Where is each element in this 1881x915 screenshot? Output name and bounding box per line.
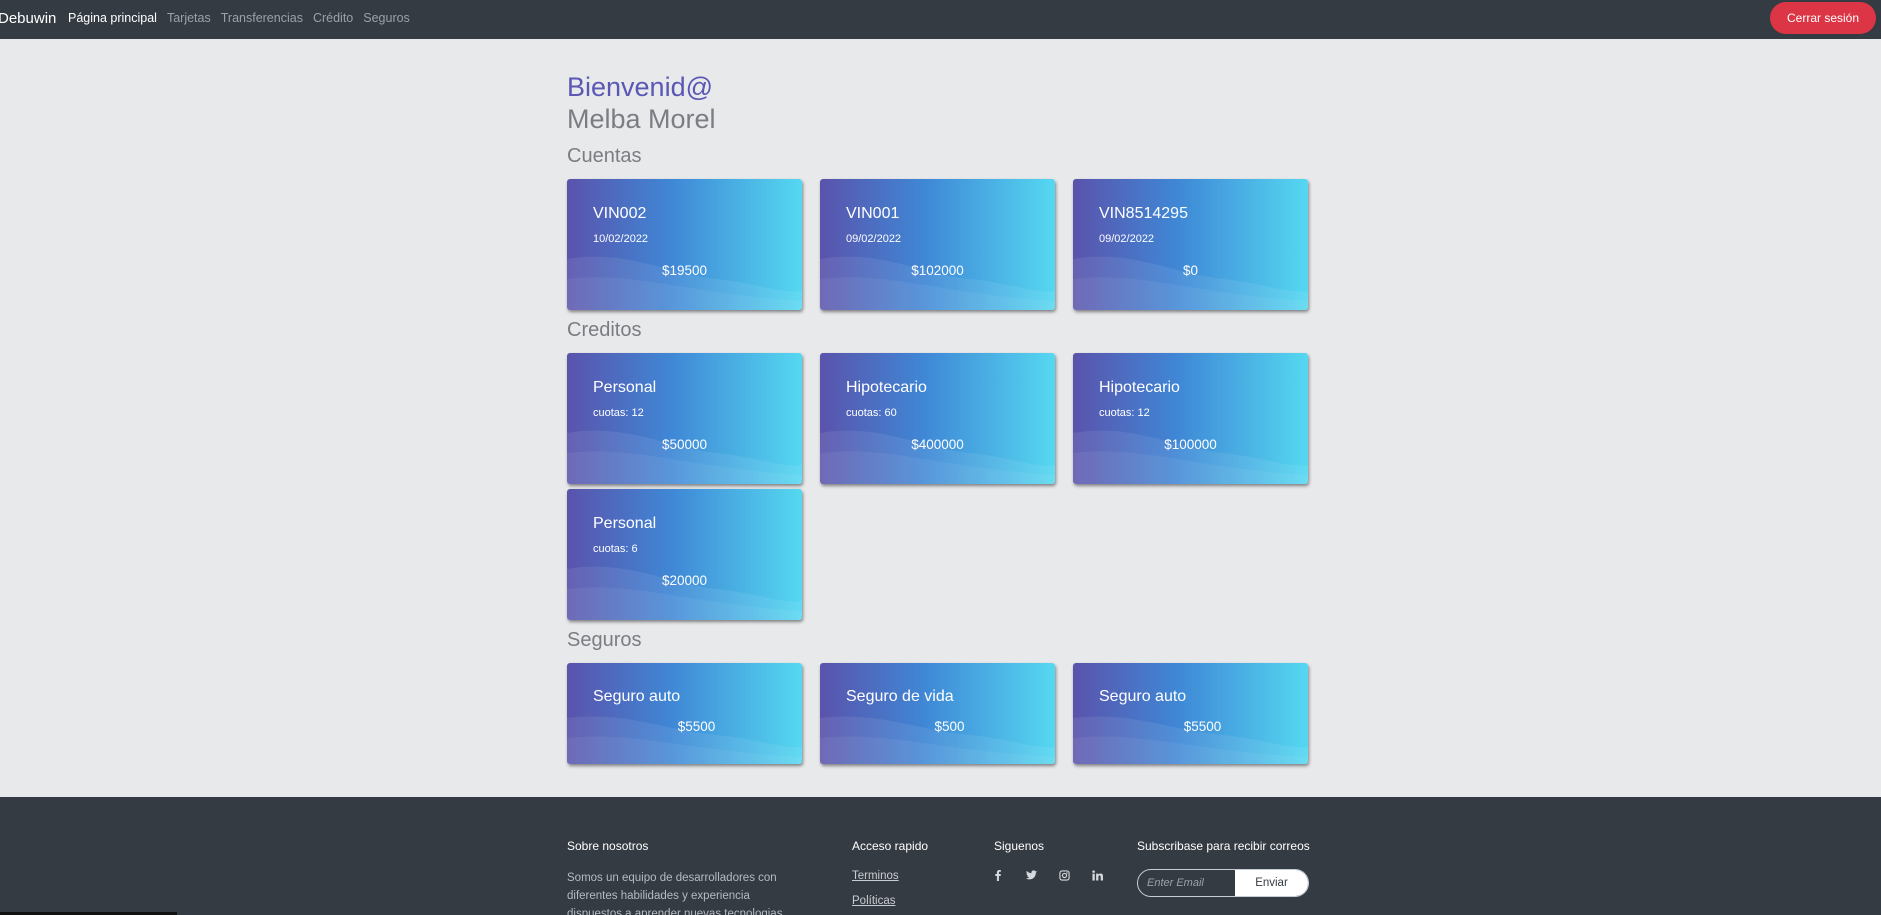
credit-card[interactable]: Personal cuotas: 6 $20000: [567, 489, 802, 620]
instagram-icon[interactable]: [1057, 870, 1071, 884]
footer-follow-title: Siguenos: [994, 839, 1045, 853]
card-wave-decoration: [1073, 716, 1308, 764]
footer-link-politicas[interactable]: Políticas: [852, 895, 895, 907]
credit-cuotas: cuotas: 6: [593, 543, 638, 555]
twitter-icon[interactable]: [1024, 870, 1038, 884]
credit-card[interactable]: Hipotecario cuotas: 12 $100000: [1073, 353, 1308, 484]
footer-about-title: Sobre nosotros: [567, 839, 649, 853]
credit-type: Personal: [593, 379, 657, 396]
footer-about-text: Somos un equipo de desarrolladores con d…: [567, 872, 783, 915]
section-title-seguros: Seguros: [567, 629, 642, 651]
facebook-icon[interactable]: [991, 870, 1005, 884]
card-wave-decoration: [567, 716, 802, 764]
credit-card[interactable]: Hipotecario cuotas: 60 $400000: [820, 353, 1055, 484]
subscribe-form: Enviar: [1137, 869, 1309, 897]
credit-amount: $100000: [1164, 437, 1217, 452]
card-wave-decoration: [820, 716, 1055, 764]
subscribe-submit-button[interactable]: Enviar: [1235, 870, 1308, 896]
credit-cuotas: cuotas: 12: [593, 407, 644, 419]
insurance-amount: $500: [934, 719, 965, 734]
nav-link-home[interactable]: Página principal: [68, 11, 157, 25]
account-date: 09/02/2022: [846, 233, 902, 245]
footer-subscribe-title: Subscribase para recibir correos: [1137, 839, 1310, 853]
brand-logo[interactable]: Debuwin: [0, 10, 56, 27]
insurance-name: Seguro auto: [1099, 688, 1187, 705]
insurance-card[interactable]: Seguro de vida $500: [820, 663, 1055, 764]
section-title-creditos: Creditos: [567, 319, 642, 341]
credit-cuotas: cuotas: 12: [1099, 407, 1150, 419]
insurance-amount: $5500: [677, 719, 716, 734]
nav-link-seguros[interactable]: Seguros: [363, 11, 410, 25]
section-title-cuentas: Cuentas: [567, 145, 642, 167]
account-card[interactable]: VIN001 09/02/2022 $102000: [820, 179, 1055, 310]
logout-button[interactable]: Cerrar sesión: [1770, 2, 1876, 34]
footer-link-terminos[interactable]: Terminos: [852, 870, 899, 882]
footer-quick-title: Acceso rapido: [852, 839, 929, 853]
account-balance: $102000: [911, 263, 964, 278]
credit-amount: $20000: [661, 573, 708, 588]
account-date: 09/02/2022: [1099, 233, 1155, 245]
account-number: VIN001: [846, 205, 900, 222]
account-balance: $19500: [661, 263, 708, 278]
account-balance: $0: [1182, 263, 1199, 278]
welcome-greeting: Bienvenid@: [567, 72, 713, 102]
credit-card[interactable]: Personal cuotas: 12 $50000: [567, 353, 802, 484]
linkedin-icon[interactable]: [1090, 870, 1104, 884]
insurance-card[interactable]: Seguro auto $5500: [567, 663, 802, 764]
nav-link-credito[interactable]: Crédito: [313, 11, 353, 25]
top-navbar: Debuwin Página principal Tarjetas Transf…: [0, 0, 1881, 39]
user-name: Melba Morel: [567, 104, 716, 134]
nav-link-tarjetas[interactable]: Tarjetas: [167, 11, 211, 25]
nav-links: Página principal Tarjetas Transferencias…: [68, 11, 410, 25]
account-card[interactable]: VIN002 10/02/2022 $19500: [567, 179, 802, 310]
account-date: 10/02/2022: [593, 233, 649, 245]
account-number: VIN002: [593, 205, 647, 222]
nav-link-transferencias[interactable]: Transferencias: [221, 11, 303, 25]
credit-amount: $50000: [661, 437, 708, 452]
insurance-name: Seguro de vida: [846, 688, 954, 705]
insurance-name: Seguro auto: [593, 688, 681, 705]
account-number: VIN8514295: [1099, 205, 1188, 222]
insurance-amount: $5500: [1183, 719, 1222, 734]
credit-amount: $400000: [911, 437, 964, 452]
credit-cuotas: cuotas: 60: [846, 407, 897, 419]
account-card[interactable]: VIN8514295 09/02/2022 $0: [1073, 179, 1308, 310]
credit-type: Hipotecario: [846, 379, 927, 396]
credit-type: Hipotecario: [1099, 379, 1180, 396]
credit-type: Personal: [593, 515, 657, 532]
footer: Sobre nosotros Somos un equipo de desarr…: [0, 797, 1881, 915]
insurance-card[interactable]: Seguro auto $5500: [1073, 663, 1308, 764]
email-input[interactable]: [1138, 870, 1235, 896]
